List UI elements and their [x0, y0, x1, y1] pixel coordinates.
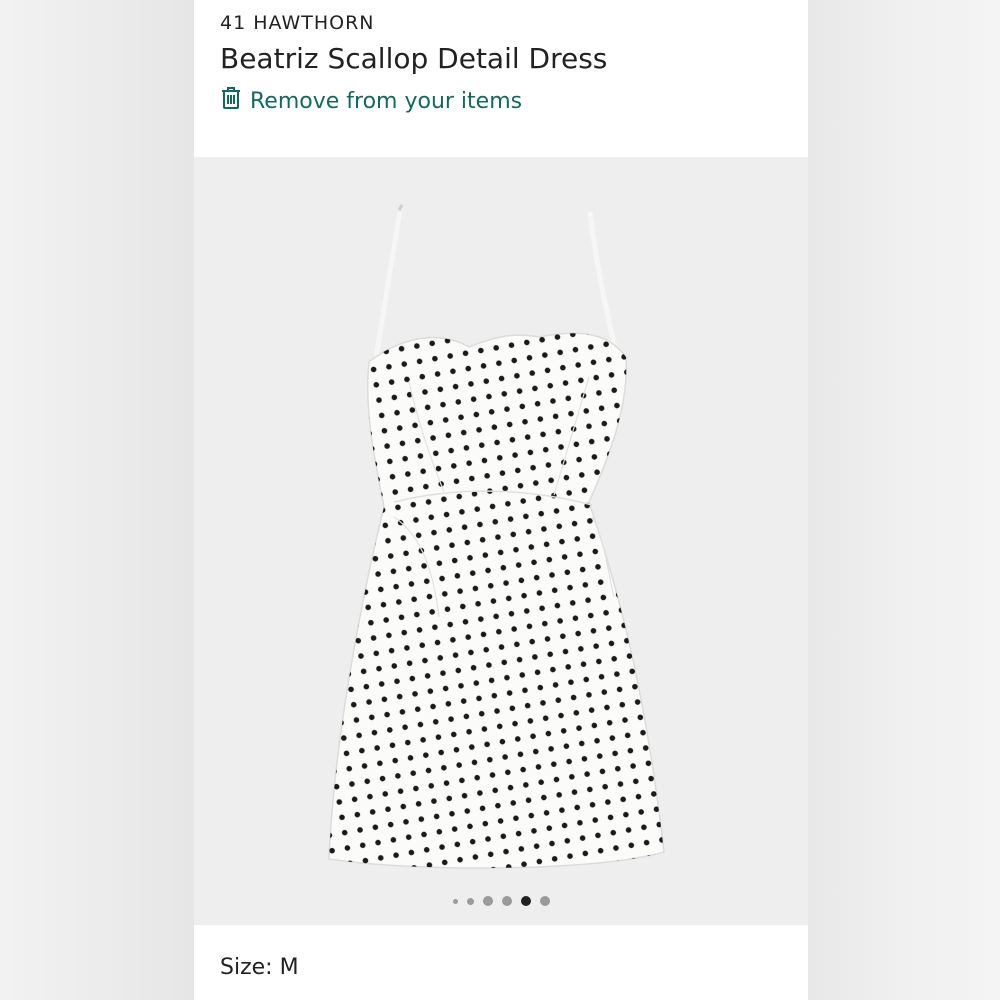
trash-icon — [220, 86, 242, 116]
remove-item-label: Remove from your items — [250, 88, 523, 114]
carousel-dot-4[interactable] — [501, 896, 512, 906]
product-card: 41 HAWTHORN Beatriz Scallop Detail Dress… — [194, 0, 808, 1000]
carousel-dot-2[interactable] — [466, 897, 474, 905]
carousel-dot-6[interactable] — [539, 896, 550, 906]
product-image[interactable] — [194, 157, 808, 925]
page-background-right — [808, 0, 1000, 1000]
carousel-dot-1[interactable] — [452, 898, 458, 904]
carousel-dot-3[interactable] — [482, 896, 493, 906]
size-label: Size: M — [220, 955, 299, 980]
remove-item-link[interactable]: Remove from your items — [220, 86, 522, 116]
product-header: 41 HAWTHORN Beatriz Scallop Detail Dress… — [194, 0, 808, 157]
carousel-indicators — [194, 894, 808, 908]
brand-name: 41 HAWTHORN — [220, 12, 375, 34]
dress-image — [328, 204, 665, 869]
product-title: Beatriz Scallop Detail Dress — [220, 42, 608, 75]
page-background-left — [0, 0, 194, 1000]
carousel-dot-5[interactable] — [520, 896, 531, 906]
